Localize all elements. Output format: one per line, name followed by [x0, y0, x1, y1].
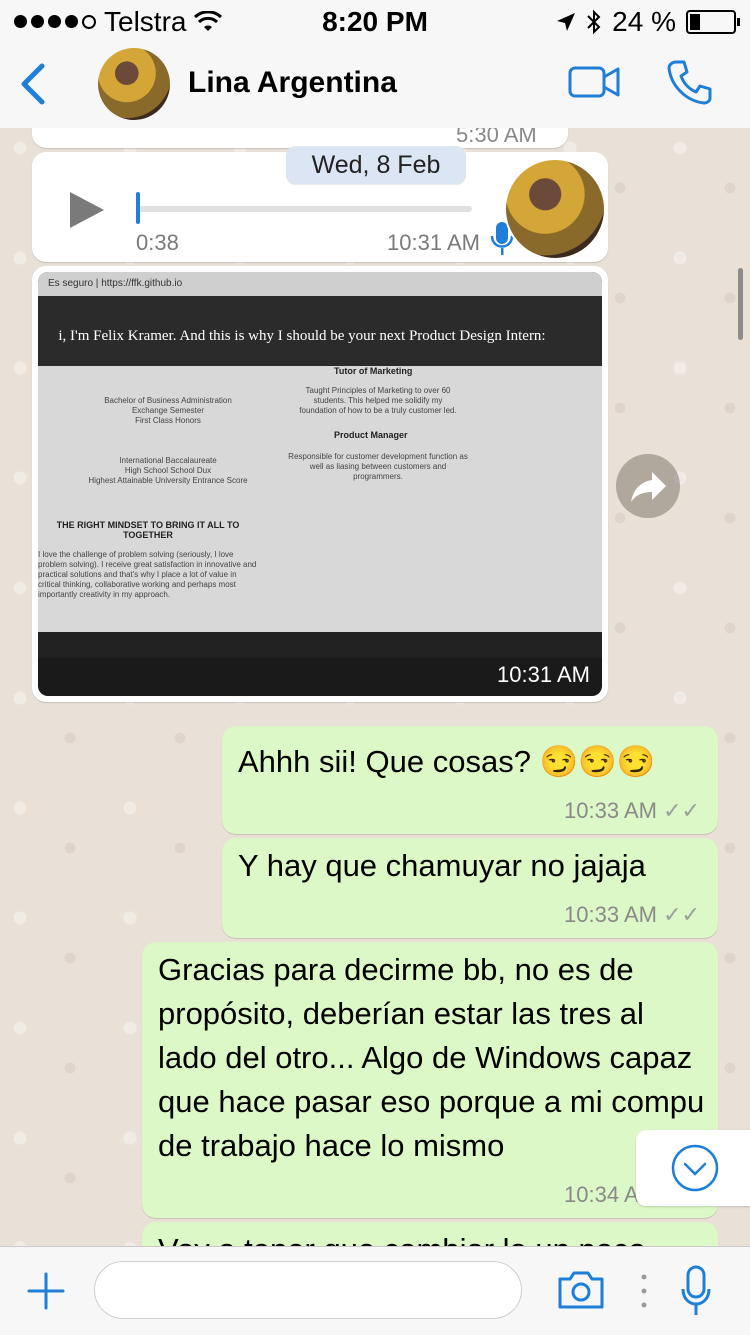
- status-bar: Telstra 8:20 PM 24 %: [0, 0, 750, 40]
- outgoing-message-bubble[interactable]: Gracias para decirme bb, no es de propós…: [142, 942, 718, 1218]
- contact-name[interactable]: Lina Argentina: [188, 66, 397, 100]
- message-time: 10:31 AM: [497, 662, 590, 687]
- separator-dots: [641, 1274, 647, 1308]
- message-input[interactable]: [94, 1261, 522, 1319]
- site-text: Bachelor of Business Administration: [104, 396, 232, 405]
- message-text: Ahhh sii! Que cosas? 😏😏😏: [238, 744, 656, 779]
- site-text: High School School Dux: [124, 466, 212, 475]
- site-hero: i, I'm Felix Kramer. And this is why I s…: [38, 296, 602, 366]
- message-text: Gracias para decirme bb, no es de propós…: [158, 952, 705, 1163]
- video-camera-icon[interactable]: [568, 64, 620, 100]
- bluetooth-icon: [587, 9, 601, 35]
- message-input-bar: [0, 1246, 750, 1335]
- outgoing-message-bubble[interactable]: Y hay que chamuyar no jajaja 10:33 AM ✓✓: [222, 838, 718, 938]
- camera-icon[interactable]: [556, 1269, 606, 1311]
- voice-duration: 0:38: [136, 230, 179, 255]
- phone-icon[interactable]: [666, 58, 714, 106]
- browser-bar: Es seguro | https://ffk.github.io: [38, 272, 602, 296]
- site-text: Taught Principles of Marketing to over 6…: [299, 386, 457, 415]
- windows-taskbar: [38, 632, 602, 658]
- site-text: Highest Attainable University Entrance S…: [88, 476, 248, 485]
- voice-progress-track[interactable]: [136, 206, 472, 212]
- browser-url: https://ffk.github.io: [101, 278, 183, 289]
- message-time: 10:31 AM: [387, 230, 480, 255]
- contact-avatar[interactable]: [98, 48, 170, 120]
- chat-header: Lina Argentina: [0, 40, 750, 129]
- battery-percent: 24 %: [612, 6, 676, 37]
- status-right: 24 %: [556, 6, 740, 38]
- battery-icon: [686, 10, 740, 34]
- scroll-indicator: [738, 268, 743, 340]
- outgoing-message-bubble[interactable]: Ahhh sii! Que cosas? 😏😏😏 10:33 AM ✓✓: [222, 726, 718, 834]
- site-heading: Product Manager: [334, 430, 408, 440]
- read-ticks-icon: ✓✓: [663, 902, 700, 927]
- play-icon[interactable]: [66, 190, 106, 230]
- site-heading: Tutor of Marketing: [334, 366, 413, 376]
- forward-icon[interactable]: [616, 454, 680, 518]
- site-text: I love the challenge of problem solving …: [38, 550, 257, 599]
- site-page: Bachelor of Business Administration Exch…: [38, 366, 602, 646]
- message-time: 10:33 AM: [564, 798, 657, 823]
- site-headline: i, I'm Felix Kramer. And this is why I s…: [58, 328, 546, 344]
- message-time: 5:30 AM: [456, 128, 537, 147]
- plus-icon[interactable]: [26, 1271, 66, 1311]
- voice-progress-knob[interactable]: [136, 192, 140, 224]
- message-text: Y hay que chamuyar no jajaja: [238, 848, 646, 883]
- voice-sender-avatar: [504, 158, 606, 260]
- message-meta: 10:33 AM ✓✓: [564, 902, 700, 928]
- microphone-icon[interactable]: [680, 1265, 712, 1317]
- site-text: Exchange Semester: [131, 406, 205, 415]
- shared-photo[interactable]: Es seguro | https://ffk.github.io i, I'm…: [38, 272, 602, 696]
- site-text: First Class Honors: [135, 416, 201, 425]
- read-ticks-icon: ✓✓: [663, 798, 700, 823]
- site-heading: THE RIGHT MINDSET TO BRING IT ALL TO TOG…: [56, 520, 240, 540]
- message-time: 10:33 AM: [564, 902, 657, 927]
- previous-message-bubble[interactable]: 5:30 AM: [32, 128, 568, 148]
- browser-security: Es seguro: [48, 278, 94, 289]
- site-text: International Baccalaureate: [119, 456, 217, 465]
- chevron-down-icon: [671, 1144, 719, 1192]
- location-arrow-icon: [557, 13, 576, 31]
- chevron-left-icon[interactable]: [14, 60, 54, 108]
- site-text: Responsible for customer development fun…: [288, 452, 468, 481]
- scroll-to-bottom-button[interactable]: [636, 1130, 750, 1206]
- message-meta: 10:33 AM ✓✓: [564, 798, 700, 824]
- date-separator: Wed, 8 Feb: [286, 146, 466, 184]
